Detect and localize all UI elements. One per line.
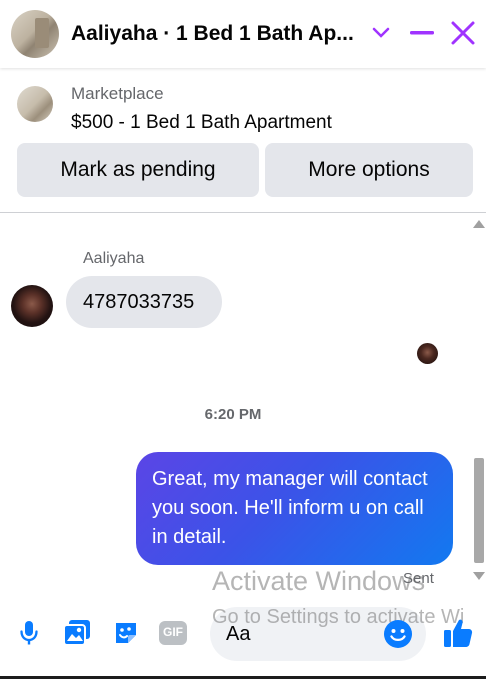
activate-windows-title: Activate Windows [212, 566, 426, 596]
marketplace-listing: Marketplace $500 - 1 Bed 1 Bath Apartmen… [0, 68, 486, 213]
chevron-down-icon[interactable] [366, 18, 396, 48]
listing-thumbnail[interactable] [17, 86, 53, 122]
outgoing-message[interactable]: Great, my manager will contact you soon.… [136, 452, 453, 565]
photo-icon[interactable] [62, 618, 92, 648]
sticker-icon[interactable] [111, 618, 141, 648]
gif-icon[interactable]: GIF [158, 618, 188, 648]
mark-as-pending-button[interactable]: Mark as pending [17, 143, 259, 197]
scroll-down-arrow-icon[interactable] [473, 572, 485, 580]
scroll-up-arrow-icon[interactable] [473, 220, 485, 228]
close-icon[interactable] [448, 18, 478, 48]
message-timestamp: 6:20 PM [204, 406, 262, 423]
message-status: Sent [403, 570, 434, 587]
incoming-message[interactable]: 4787033735 [66, 276, 222, 328]
chat-title[interactable]: Aaliyaha · 1 Bed 1 Bath Ap... [71, 22, 354, 46]
outgoing-message-text: Great, my manager will contact you soon.… [152, 468, 428, 548]
more-options-button[interactable]: More options [265, 143, 473, 197]
like-icon[interactable] [442, 617, 474, 649]
seen-indicator-avatar [417, 343, 438, 364]
gif-label: GIF [163, 625, 183, 639]
microphone-icon[interactable] [14, 618, 44, 648]
sender-avatar[interactable] [11, 285, 53, 327]
emoji-icon[interactable] [383, 619, 413, 649]
chat-header: Aaliyaha · 1 Bed 1 Bath Ap... [0, 0, 486, 68]
contact-avatar[interactable] [11, 10, 59, 58]
sender-name: Aaliyaha [83, 250, 145, 267]
minimize-icon[interactable] [407, 18, 437, 48]
listing-title[interactable]: $500 - 1 Bed 1 Bath Apartment [71, 112, 332, 134]
incoming-message-text: 4787033735 [83, 290, 195, 313]
activate-windows-subtitle: Go to Settings to activate Wi [212, 606, 465, 628]
listing-source-label: Marketplace [71, 84, 164, 103]
scrollbar[interactable] [470, 213, 486, 587]
scrollbar-thumb[interactable] [474, 458, 484, 563]
